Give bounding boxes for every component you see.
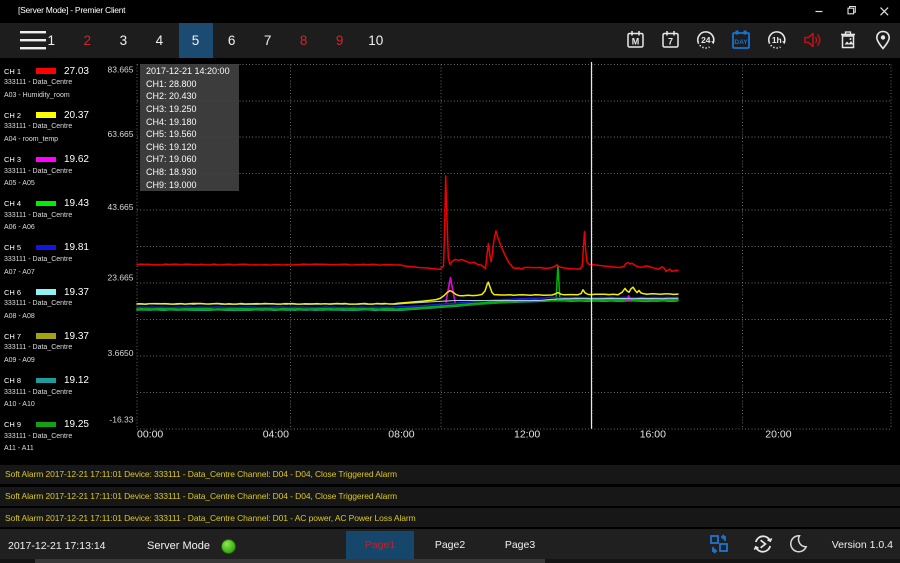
svg-text:DAY: DAY	[734, 39, 748, 46]
svg-text:24: 24	[701, 35, 711, 45]
svg-text:08:00: 08:00	[388, 429, 414, 441]
svg-text:7: 7	[668, 37, 673, 47]
svg-text:1h: 1h	[772, 35, 782, 45]
svg-text:12:00: 12:00	[514, 429, 540, 441]
svg-text:3.6650: 3.6650	[108, 348, 134, 358]
svg-text:16:00: 16:00	[640, 429, 666, 441]
svg-text:63.665: 63.665	[108, 129, 134, 139]
svg-text:23.665: 23.665	[108, 273, 134, 283]
svg-text:43.665: 43.665	[108, 202, 134, 212]
svg-text:04:00: 04:00	[263, 429, 289, 441]
svg-text:83.665: 83.665	[108, 65, 134, 75]
svg-text:00:00: 00:00	[137, 429, 163, 441]
svg-text:-16.33: -16.33	[109, 415, 133, 425]
svg-text:20:00: 20:00	[765, 429, 791, 441]
svg-text:M: M	[632, 37, 640, 47]
